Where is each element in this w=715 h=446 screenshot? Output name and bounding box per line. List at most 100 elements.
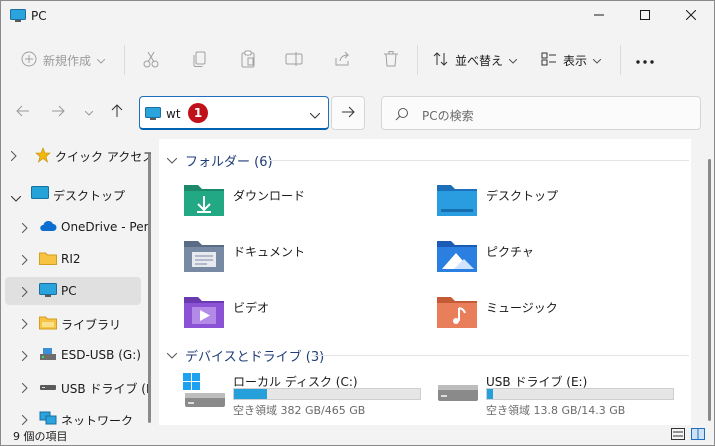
chevron-down-icon[interactable] [166, 153, 178, 168]
explorer-window: PC 新規作成 並べ替え 表示 wt 1 PCの検索 クイック アクセス デスク… [0, 0, 715, 446]
chevron-down-icon [96, 53, 106, 67]
up-button[interactable] [107, 102, 127, 122]
chevron-down-icon[interactable] [10, 191, 22, 205]
copy-button[interactable] [191, 47, 209, 73]
folder-label: ピクチャ [486, 245, 534, 259]
folder-desktop[interactable]: デスクトップ [436, 181, 676, 225]
sidebar-item-label: ネットワーク [61, 414, 134, 425]
delete-button[interactable] [382, 47, 400, 73]
chevron-right-icon[interactable] [21, 254, 28, 268]
chevron-right-icon[interactable] [21, 222, 28, 236]
close-button[interactable] [668, 1, 714, 31]
view-icon [541, 51, 557, 70]
drive-free-space: 空き領域 13.8 GB/14.3 GB [486, 404, 626, 417]
arrow-up-icon [111, 103, 123, 121]
folder-icon [39, 251, 57, 268]
sidebar-item-onedrive[interactable]: OneDrive - Pers [5, 213, 151, 241]
section-title: フォルダー (6) [185, 155, 273, 170]
large-icons-view-button[interactable] [691, 428, 705, 440]
cut-button[interactable] [142, 47, 160, 73]
delete-icon [382, 50, 400, 71]
sidebar-item-label: RI2 [61, 252, 81, 266]
rename-button[interactable] [285, 47, 303, 73]
chevron-right-icon[interactable] [21, 318, 28, 332]
chevron-right-icon[interactable] [21, 286, 28, 300]
maximize-button[interactable] [622, 1, 668, 31]
copy-icon [191, 50, 209, 71]
videos-folder-icon [183, 293, 225, 332]
content-scrollbar[interactable] [705, 151, 713, 426]
folder-label: ミュージック [486, 301, 558, 315]
forward-button[interactable] [48, 102, 68, 122]
sidebar-item-label: OneDrive - Pers [61, 220, 151, 234]
drive-e[interactable]: USB ドライブ (E:) 空き領域 13.8 GB/14.3 GB [436, 373, 686, 417]
folder-documents[interactable]: ドキュメント [183, 237, 423, 281]
details-view-button[interactable] [671, 428, 685, 440]
chevron-right-icon[interactable] [10, 150, 17, 164]
chevron-down-icon[interactable] [166, 348, 178, 363]
address-input[interactable]: wt [166, 107, 181, 121]
go-button[interactable] [331, 96, 365, 130]
drive-usage-bar [486, 388, 674, 400]
drive-usage-fill [487, 389, 493, 399]
sidebar-item-quick-access[interactable]: クイック アクセス [5, 141, 151, 169]
more-button[interactable] [636, 47, 654, 73]
drives-section-header[interactable]: デバイスとドライブ (3) [166, 346, 325, 365]
toolbar-separator [124, 45, 125, 75]
maximize-icon [640, 9, 650, 23]
chevron-right-icon[interactable] [21, 414, 28, 425]
downloads-folder-icon [183, 181, 225, 220]
folders-section-header[interactable]: フォルダー (6) [166, 151, 273, 170]
window-title: PC [31, 9, 47, 23]
new-button[interactable]: 新規作成 [21, 47, 106, 73]
sidebar-item-label: デスクトップ [53, 189, 126, 203]
sidebar-item-pc[interactable]: PC [5, 277, 141, 305]
folder-label: ビデオ [233, 301, 270, 315]
back-button[interactable] [13, 102, 33, 122]
chevron-down-icon [508, 53, 518, 67]
folder-music[interactable]: ミュージック [436, 293, 676, 337]
section-title: デバイスとドライブ (3) [185, 350, 325, 365]
pc-icon [145, 107, 161, 124]
search-box[interactable]: PCの検索 [381, 96, 701, 130]
paste-button[interactable] [239, 47, 257, 73]
minimize-button[interactable] [576, 1, 622, 31]
drive-c[interactable]: ローカル ディスク (C:) 空き領域 382 GB/465 GB [183, 373, 433, 417]
sidebar-item-network[interactable]: ネットワーク [5, 405, 141, 425]
paste-icon [239, 50, 257, 71]
chevron-down-icon [592, 53, 602, 67]
folder-downloads[interactable]: ダウンロード [183, 181, 423, 225]
folder-pictures[interactable]: ピクチャ [436, 237, 676, 281]
address-bar[interactable]: wt 1 [139, 96, 329, 130]
folder-videos[interactable]: ビデオ [183, 293, 423, 337]
view-label: 表示 [563, 53, 588, 68]
chevron-down-icon[interactable] [309, 108, 321, 122]
sort-button[interactable]: 並べ替え [433, 47, 518, 73]
library-icon [39, 315, 57, 333]
desktop-folder-icon [436, 181, 478, 220]
chevron-right-icon[interactable] [21, 350, 28, 364]
pc-icon [39, 283, 57, 301]
close-icon [685, 9, 697, 23]
sidebar-item-desktop[interactable]: デスクトップ [5, 180, 141, 208]
view-button[interactable]: 表示 [541, 47, 602, 73]
sidebar-item-ri2[interactable]: RI2 [5, 245, 141, 273]
pictures-folder-icon [436, 237, 478, 276]
command-bar: 新規作成 並べ替え 表示 [1, 37, 714, 81]
sidebar-item-libraries[interactable]: ライブラリ [5, 309, 141, 337]
sidebar-item-usb-drive[interactable]: USB ドライブ (E:) [5, 373, 151, 401]
section-divider [269, 160, 689, 161]
recent-locations-button[interactable] [79, 102, 99, 122]
sidebar-item-esd-usb[interactable]: ESD-USB (G:) [5, 341, 141, 369]
share-icon [333, 50, 351, 71]
sidebar-scrollbar[interactable] [148, 153, 151, 423]
share-button[interactable] [333, 47, 351, 73]
scrollbar-thumb[interactable] [708, 159, 711, 421]
chevron-down-icon [84, 105, 94, 119]
arrow-right-icon [341, 106, 355, 121]
drive-usage-bar [233, 388, 421, 400]
chevron-right-icon[interactable] [21, 382, 28, 396]
sort-icon [433, 51, 449, 70]
sidebar-item-label: ESD-USB (G:) [61, 348, 141, 362]
pc-icon [10, 9, 26, 26]
